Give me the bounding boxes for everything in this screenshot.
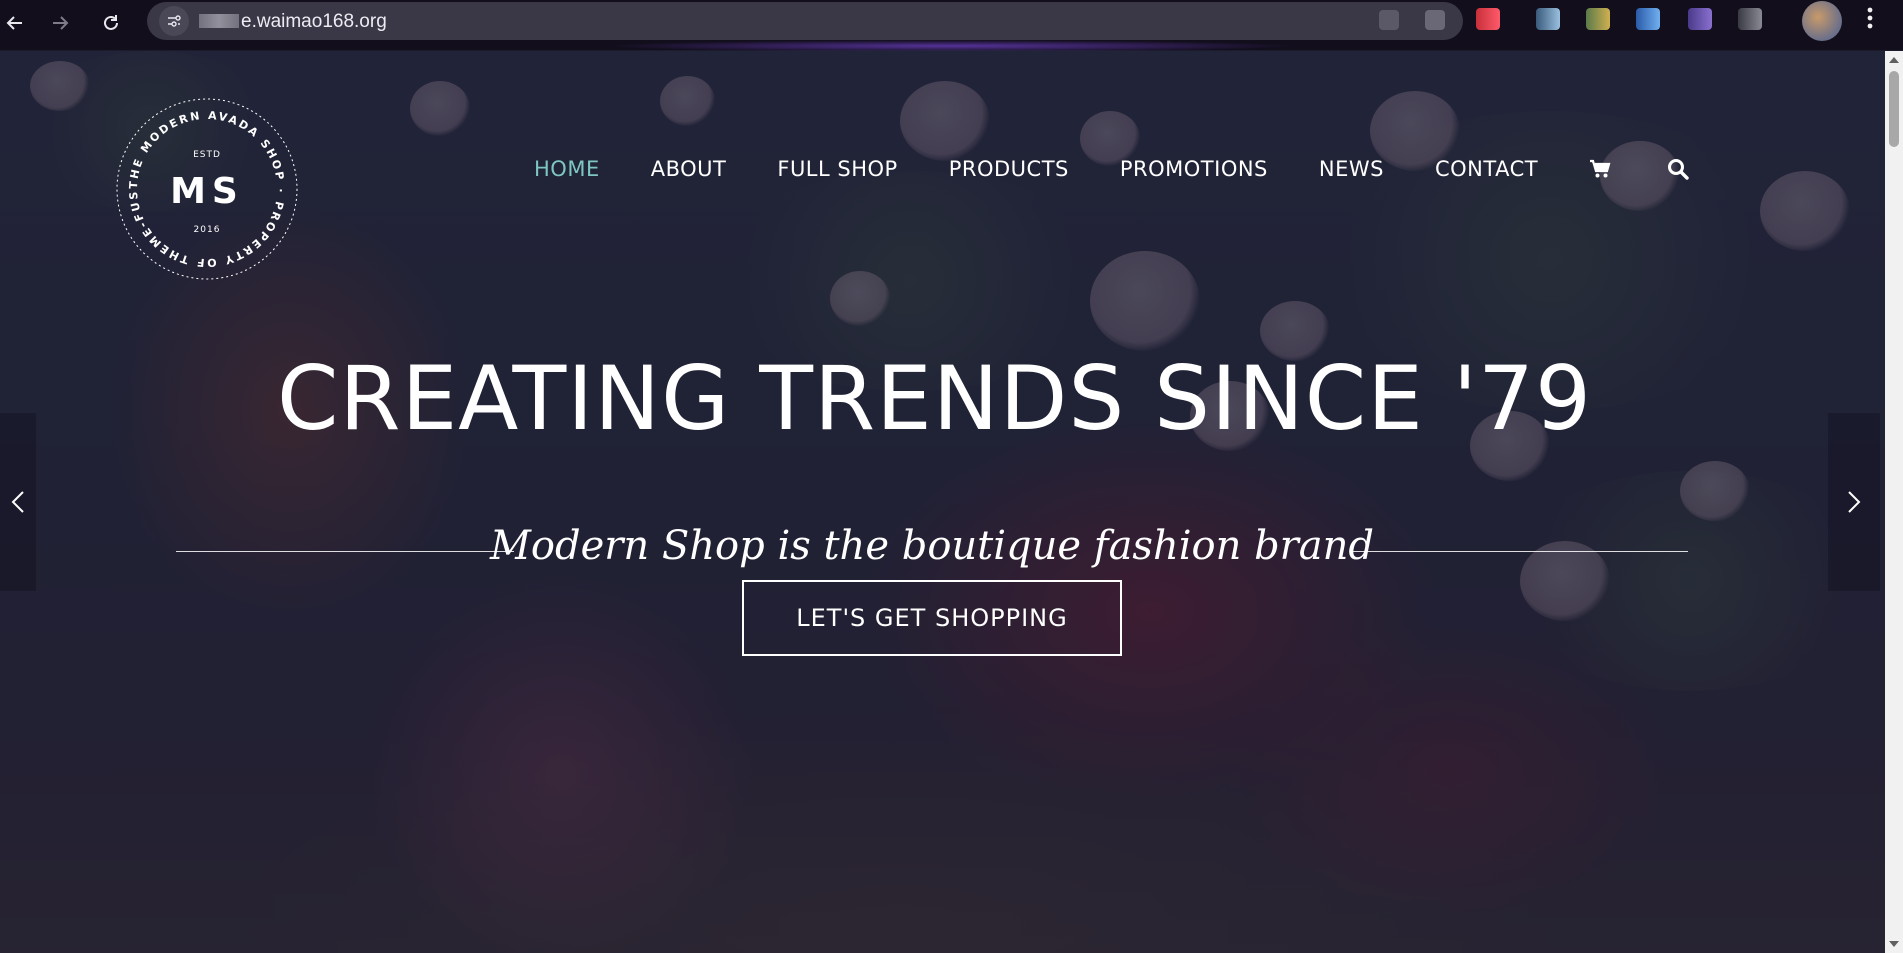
shop-cta-button[interactable]: LET'S GET SHOPPING	[742, 580, 1122, 656]
nav-item-products[interactable]: PRODUCTS	[949, 157, 1069, 181]
forward-button[interactable]	[45, 8, 75, 38]
logo-estd: ESTD	[193, 150, 221, 160]
nav-item-promotions[interactable]: PROMOTIONS	[1120, 157, 1268, 181]
search-icon	[1668, 159, 1689, 180]
blurred-extension-icon[interactable]	[1738, 8, 1762, 30]
hero-subline-block: Modern Shop is the boutique fashion bran…	[176, 523, 1688, 579]
site-settings-button[interactable]	[159, 6, 189, 36]
blurred-extension-icon[interactable]	[1636, 8, 1660, 30]
blurred-extension-icon[interactable]	[1379, 10, 1399, 30]
blurred-url-part	[199, 14, 239, 28]
page-scrollbar[interactable]	[1885, 51, 1903, 953]
arrow-right-icon	[53, 16, 69, 30]
reload-button[interactable]	[96, 8, 126, 38]
address-bar[interactable]: e.waimao168.org	[147, 2, 1463, 40]
blurred-extension-icon[interactable]	[1425, 10, 1445, 30]
browser-menu-button[interactable]	[1866, 6, 1874, 34]
profile-avatar[interactable]	[1802, 1, 1842, 41]
nav-item-home[interactable]: HOME	[534, 157, 600, 181]
url-text: e.waimao168.org	[199, 11, 387, 33]
nav-item-full-shop[interactable]: FULL SHOP	[777, 157, 897, 181]
browser-toolbar: e.waimao168.org	[0, 0, 1903, 52]
nav-item-about[interactable]: ABOUT	[651, 157, 727, 181]
slider-next-button[interactable]	[1828, 413, 1880, 591]
blurred-extension-icon[interactable]	[1476, 8, 1500, 30]
chevron-right-icon	[1848, 491, 1861, 513]
main-navigation: HOME ABOUT FULL SHOP PRODUCTS PROMOTIONS…	[534, 157, 1745, 181]
site-logo[interactable]: THE MODERN AVADA SHOP · PROPERTY OF THEM…	[107, 85, 301, 283]
hero-subline-text: Modern Shop is the boutique fashion bran…	[489, 523, 1375, 569]
back-button[interactable]	[0, 8, 30, 38]
scrollbar-thumb[interactable]	[1889, 71, 1899, 147]
tune-icon	[168, 15, 181, 27]
vertical-dots-icon	[1867, 7, 1873, 29]
search-button[interactable]	[1667, 158, 1689, 180]
slider-prev-button[interactable]	[0, 413, 36, 591]
blurred-extension-icon[interactable]	[1586, 8, 1610, 30]
arrow-left-icon	[6, 16, 22, 30]
chevron-left-icon	[11, 491, 24, 513]
reload-icon	[104, 15, 118, 30]
blurred-extension-icon[interactable]	[1536, 8, 1560, 30]
scroll-down-arrow[interactable]	[1889, 941, 1899, 947]
nav-item-contact[interactable]: CONTACT	[1435, 157, 1538, 181]
logo-badge: THE MODERN AVADA SHOP · PROPERTY OF THEM…	[107, 85, 298, 280]
cart-button[interactable]	[1589, 159, 1611, 179]
nav-item-news[interactable]: NEWS	[1319, 157, 1384, 181]
shopping-cart-icon	[1590, 159, 1611, 178]
hero-subline: Modern Shop is the boutique fashion bran…	[176, 523, 1688, 569]
url-visible: e.waimao168.org	[241, 11, 387, 32]
hero-slider: THE MODERN AVADA SHOP · PROPERTY OF THEM…	[0, 51, 1885, 953]
blurred-extension-icon[interactable]	[1688, 8, 1712, 30]
logo-year: 2016	[194, 225, 221, 235]
scroll-up-arrow[interactable]	[1889, 57, 1899, 63]
logo-initials: MS	[170, 171, 244, 212]
hero-headline: CREATING TRENDS SINCE '79	[276, 347, 1592, 450]
